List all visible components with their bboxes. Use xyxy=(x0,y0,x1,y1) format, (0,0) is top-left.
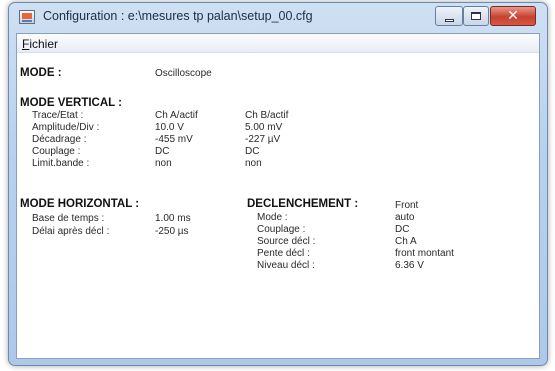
client-area: Fichier MODE : Oscilloscope MODE VERTICA… xyxy=(16,33,540,359)
trigger-label: Pente décl : xyxy=(257,248,310,259)
close-button[interactable]: ✕ xyxy=(490,6,536,26)
minimize-icon xyxy=(444,18,454,22)
vertical-chb-value: Ch B/actif xyxy=(245,110,289,121)
vertical-label: Amplitude/Div : xyxy=(32,122,100,133)
trigger-value: 6.36 V xyxy=(395,260,424,271)
horizontal-heading: MODE HORIZONTAL : xyxy=(20,198,140,210)
minimize-button[interactable] xyxy=(435,6,463,26)
window-title: Configuration : e:\mesures tp palan\setu… xyxy=(43,9,313,23)
horizontal-value: -250 µs xyxy=(155,226,189,237)
app-icon[interactable] xyxy=(19,10,35,24)
trigger-value: front montant xyxy=(395,248,454,259)
trigger-label: Mode : xyxy=(257,212,288,223)
trigger-heading: DECLENCHEMENT : xyxy=(247,198,359,210)
mode-label: MODE : xyxy=(20,67,62,79)
vertical-chb-value: DC xyxy=(245,146,260,157)
vertical-cha-value: DC xyxy=(155,146,170,157)
maximize-button[interactable] xyxy=(463,6,489,26)
trigger-label: Source décl : xyxy=(257,236,316,247)
vertical-cha-value: -455 mV xyxy=(155,134,193,145)
vertical-label: Décadrage : xyxy=(32,134,87,145)
trigger-value: auto xyxy=(395,212,415,223)
vertical-cha-value: Ch A/actif xyxy=(155,110,198,121)
vertical-label: Trace/Etat : xyxy=(32,110,84,121)
vertical-cha-value: 10.0 V xyxy=(155,122,184,133)
maximize-icon xyxy=(471,12,481,20)
trigger-value: DC xyxy=(395,224,410,235)
mode-value: Oscilloscope xyxy=(155,68,212,79)
config-text: MODE : Oscilloscope MODE VERTICAL : Trac… xyxy=(17,54,539,354)
horizontal-label: Base de temps : xyxy=(32,213,105,224)
trigger-value: Ch A xyxy=(395,236,417,247)
vertical-label: Limit.bande : xyxy=(32,158,90,169)
trigger-heading-value: Front xyxy=(395,200,419,211)
trigger-label: Couplage : xyxy=(257,224,306,235)
vertical-chb-value: 5.00 mV xyxy=(245,122,283,133)
title-bar[interactable]: Configuration : e:\mesures tp palan\setu… xyxy=(9,3,547,31)
vertical-label: Couplage : xyxy=(32,146,81,157)
vertical-cha-value: non xyxy=(155,158,172,169)
menu-fichier[interactable]: Fichier xyxy=(22,37,58,51)
trigger-label: Niveau décl : xyxy=(257,260,315,271)
config-window: Configuration : e:\mesures tp palan\setu… xyxy=(8,2,548,366)
close-icon: ✕ xyxy=(507,8,519,24)
vertical-heading: MODE VERTICAL : xyxy=(20,97,123,109)
horizontal-value: 1.00 ms xyxy=(155,213,191,224)
vertical-chb-value: -227 µV xyxy=(245,134,281,145)
horizontal-label: Délai après décl : xyxy=(32,226,110,237)
vertical-chb-value: non xyxy=(245,158,262,169)
menu-bar: Fichier xyxy=(17,34,539,53)
